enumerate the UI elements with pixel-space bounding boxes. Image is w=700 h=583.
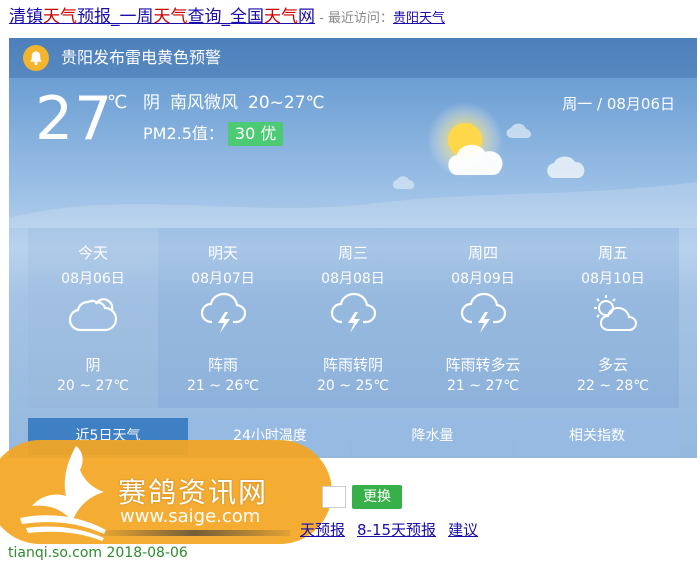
current-range: 20~27℃ [248,93,325,113]
tab-indices[interactable]: 相关指数 [515,418,679,455]
weather-card: 贵阳发布雷电黄色预警 27 ℃ 阴南风微风 20~27℃ PM2.5值： 30 优 … [9,38,697,458]
related-links: 天预报 8-15天预报 建议 [300,518,490,542]
city-input[interactable] [322,486,346,508]
watermark-text-cn: 赛鸽资讯网 [118,476,269,509]
pm25-label: PM2.5值： [143,124,224,143]
result-url: tianqi.so.com 2018-08-06 [8,545,188,561]
title-text: 清镇 [9,7,43,27]
bell-icon [23,45,49,71]
pm25-badge[interactable]: 30 优 [227,122,284,146]
recent-visit-label: - 最近访问： [315,11,393,26]
title-keyword: 天气 [264,7,298,27]
current-wind: 南风微风 [170,93,238,113]
watermark-text-en: www.saige.com [120,506,261,527]
bottom-link[interactable]: 建议 [448,521,478,539]
forecast-day-date: 08月10日 [581,271,645,287]
forecast-day-name: 明天 [207,244,238,262]
thunder-cloud-icon [198,292,248,336]
forecast-day-condition: 阵雨转多云 [445,356,521,374]
forecast-panel: 今天 08月06日阴 20 ~ 27℃ 明天 08月07日 阵雨 21 ~ 26℃ 周三 08月… [28,228,679,408]
recent-visit-link[interactable]: 贵阳天气 [393,11,445,26]
forecast-day[interactable]: 明天 08月07日 阵雨 21 ~ 26℃ [158,228,288,408]
weather-alert-bar[interactable]: 贵阳发布雷电黄色预警 [9,38,697,78]
forecast-day-date: 08月07日 [191,271,255,287]
title-text: 预报_一周 [77,7,154,27]
temperature-unit: ℃ [107,92,128,113]
forecast-day-name: 周五 [597,244,628,262]
forecast-day-name: 周三 [337,244,368,262]
forecast-day[interactable]: 周三 08月08日 阵雨转阴 20 ~ 25℃ [288,228,418,408]
forecast-day-name: 今天 [77,244,108,262]
result-title-link[interactable]: 清镇天气预报_一周天气查询_全国天气网 [9,7,315,27]
obscured-text-bar [100,530,290,536]
tab-precipitation[interactable]: 降水量 [352,418,513,455]
cloud-icon [68,292,118,336]
alert-text: 贵阳发布雷电黄色预警 [61,48,222,67]
current-condition-line: 阴南风微风 20~27℃ [143,92,335,114]
forecast-day-condition: 多云 [597,356,628,374]
title-text: 网 [298,7,315,27]
forecast-day[interactable]: 周五 08月10日 多云 22 ~ 28℃ [548,228,678,408]
current-temperature: 27 [35,84,114,154]
forecast-day-date: 08月09日 [451,271,515,287]
forecast-day-condition: 阵雨 [207,356,238,374]
forecast-day-temperature: 20 ~ 27℃ [57,378,129,394]
forecast-day[interactable]: 今天 08月06日阴 20 ~ 27℃ [28,228,158,408]
forecast-day[interactable]: 周四 08月09日 阵雨转多云 21 ~ 27℃ [418,228,548,408]
current-date: 周一 / 08月06日 [562,95,675,113]
title-keyword: 天气 [153,7,188,27]
current-condition: 阴 [143,93,160,113]
bottom-link[interactable]: 天预报 [300,521,345,539]
forecast-day-date: 08月06日 [61,271,125,287]
forecast-day-temperature: 21 ~ 27℃ [447,378,519,394]
thunder-cloud-icon [458,292,508,336]
bottom-link[interactable]: 8-15天预报 [357,521,436,539]
forecast-day-temperature: 21 ~ 26℃ [187,378,259,394]
sun-cloud-icon [588,292,638,336]
title-text: 查询_全国 [187,7,265,27]
thunder-cloud-icon [328,292,378,336]
forecast-day-temperature: 22 ~ 28℃ [577,378,649,394]
result-title-line: 清镇天气预报_一周天气查询_全国天气网 - 最近访问：贵阳天气 [9,4,699,32]
title-keyword: 天气 [43,7,77,27]
forecast-day-name: 周四 [467,244,498,262]
forecast-day-date: 08月08日 [321,271,385,287]
forecast-day-condition: 阴 [85,356,101,374]
forecast-day-temperature: 20 ~ 25℃ [317,378,389,394]
change-city-button[interactable]: 更换 [352,485,402,509]
pm25-line: PM2.5值： 30 优 [143,122,284,146]
forecast-day-condition: 阵雨转阴 [322,356,383,374]
